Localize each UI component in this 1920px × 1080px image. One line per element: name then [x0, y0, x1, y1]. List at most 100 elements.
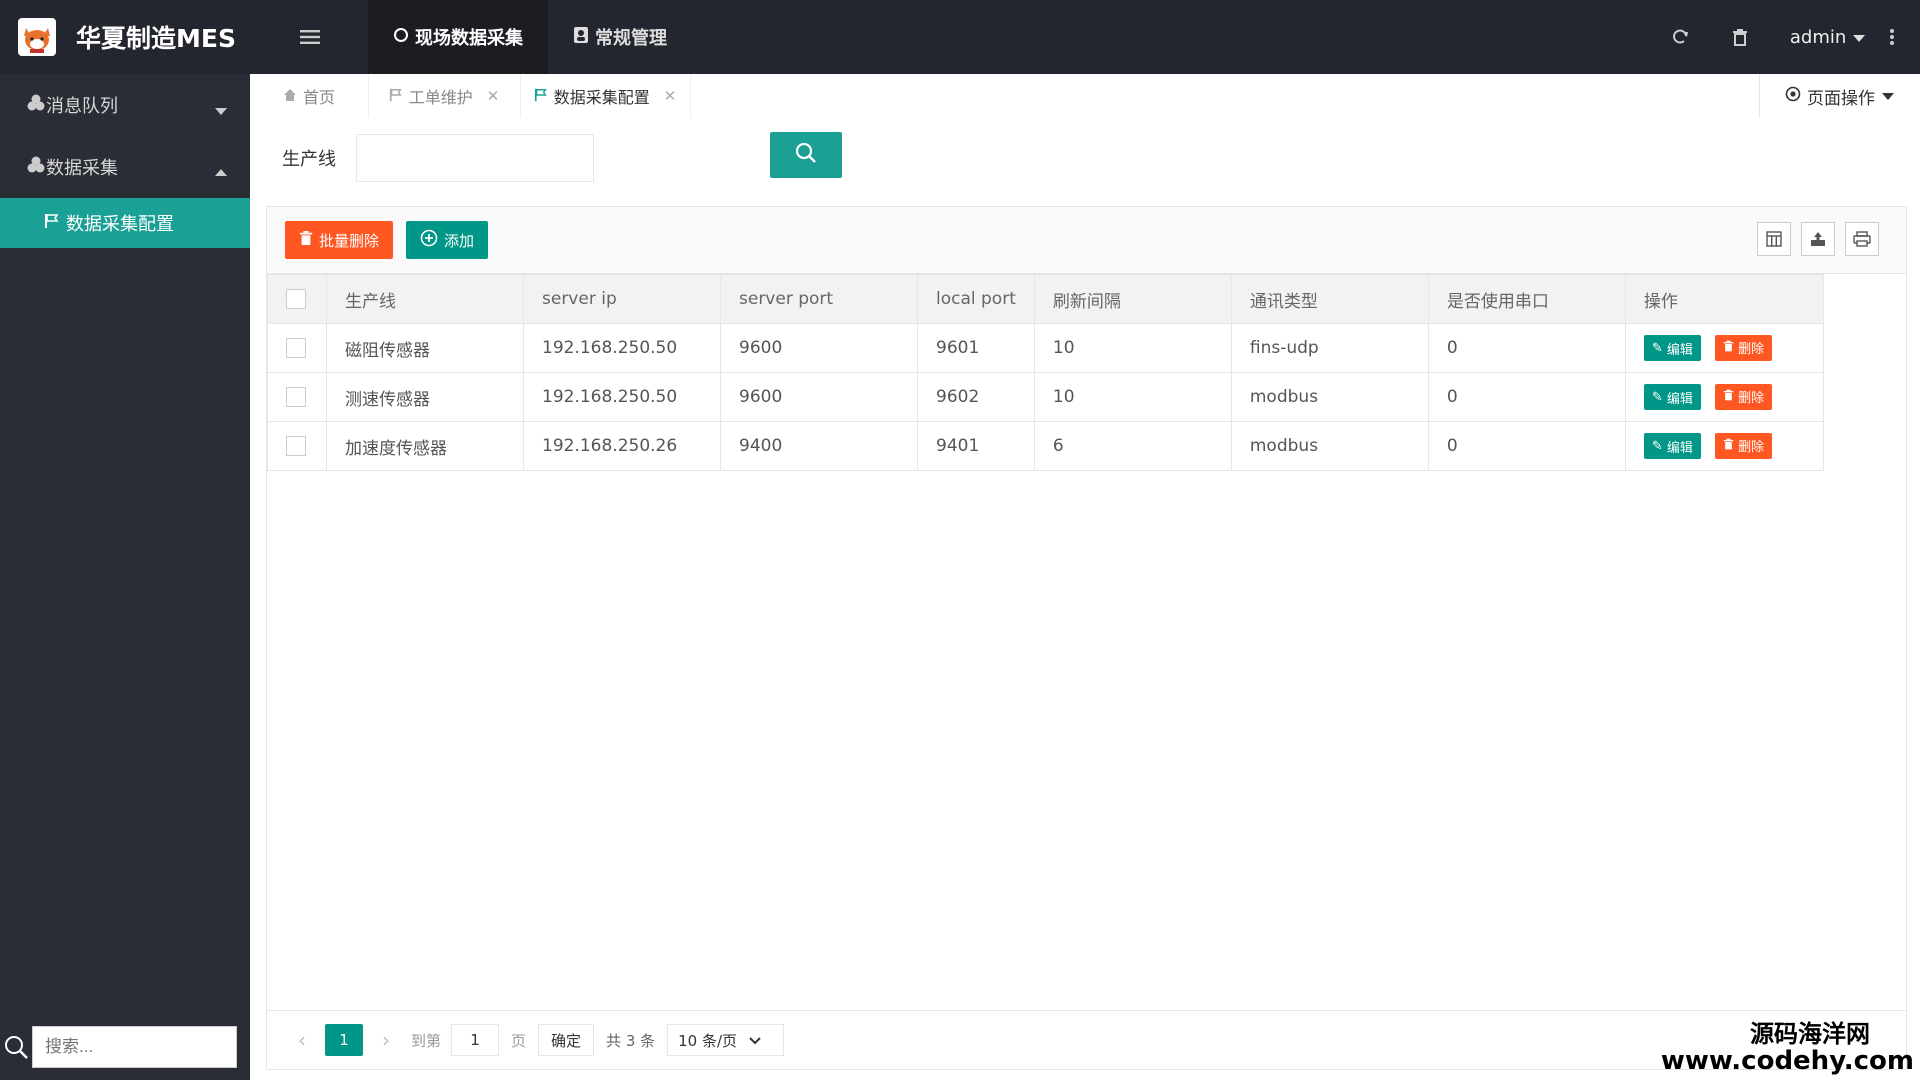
search-button[interactable]: [770, 132, 842, 178]
table-toolbar: 批量删除 添加: [267, 207, 1906, 274]
row-checkbox[interactable]: [286, 436, 306, 456]
cell-server-port: 9400: [720, 421, 918, 471]
refresh-icon[interactable]: [1660, 28, 1700, 46]
row-checkbox-cell: [267, 323, 327, 373]
goto-confirm-button[interactable]: 确定: [538, 1024, 595, 1056]
sidebar-item-label: 数据采集: [46, 158, 118, 179]
top-nav-label: 常规管理: [595, 28, 667, 49]
watermark-line1: 源码海洋网: [1750, 1020, 1870, 1049]
main-content: 生产线 批量删除 添加 生产线 server ip server port lo…: [250, 118, 1920, 1080]
export-icon[interactable]: [1801, 222, 1835, 256]
column-header[interactable]: 是否使用串口: [1427, 274, 1626, 324]
batch-delete-label: 批量删除: [319, 231, 380, 250]
close-icon[interactable]: ✕: [664, 87, 677, 105]
delete-button[interactable]: 删除: [1714, 334, 1773, 361]
delete-label: 删除: [1738, 391, 1765, 407]
page-ops-label: 页面操作: [1807, 88, 1875, 109]
top-nav-data-collection[interactable]: 现场数据采集: [368, 0, 548, 74]
logo-area[interactable]: 华夏制造MES: [0, 0, 250, 74]
column-header[interactable]: local port: [917, 274, 1035, 324]
data-table-container: 批量删除 添加 生产线 server ip server port local …: [266, 206, 1907, 1070]
menu-toggle-icon[interactable]: [290, 22, 330, 52]
select-all-checkbox[interactable]: [286, 289, 306, 309]
table-row[interactable]: 加速度传感器 192.168.250.26 9400 9401 6 modbus…: [267, 421, 1824, 471]
table-row[interactable]: 磁阻传感器 192.168.250.50 9600 9601 10 fins-u…: [267, 323, 1824, 373]
edit-label: 编辑: [1666, 440, 1693, 456]
sidebar-search: [0, 1024, 250, 1070]
edit-button[interactable]: ✎ 编辑: [1643, 384, 1701, 411]
production-line-input[interactable]: [356, 134, 594, 182]
column-header: 操作: [1624, 274, 1824, 324]
edit-button[interactable]: ✎ 编辑: [1643, 433, 1701, 460]
tab-work-order[interactable]: 工单维护 ✕: [368, 74, 521, 118]
watermark: 源码海洋网 www.codehy.com: [1661, 1021, 1914, 1076]
edit-button[interactable]: ✎ 编辑: [1643, 335, 1701, 362]
cell-production-line: 测速传感器: [326, 372, 524, 422]
top-nav-general-management[interactable]: 常规管理: [548, 0, 692, 74]
filter-label: 生产线: [282, 149, 336, 170]
delete-button[interactable]: 删除: [1714, 432, 1773, 459]
tab-data-collection-config[interactable]: 数据采集配置 ✕: [520, 74, 691, 118]
row-checkbox[interactable]: [286, 338, 306, 358]
add-label: 添加: [444, 231, 475, 250]
sidebar-item-message-queue[interactable]: 消息队列: [0, 74, 250, 136]
header-right: admin: [1650, 0, 1920, 74]
sidebar-subitem-data-collection-config[interactable]: 数据采集配置: [0, 198, 250, 248]
tab-label: 数据采集配置: [553, 88, 650, 107]
cubes-icon: [26, 94, 46, 117]
edit-label: 编辑: [1666, 342, 1693, 358]
batch-delete-button[interactable]: 批量删除: [285, 221, 394, 259]
cell-actions: ✎ 编辑 删除: [1624, 323, 1824, 373]
cell-server-ip: 192.168.250.50: [523, 372, 721, 422]
sidebar-item-data-collection[interactable]: 数据采集: [0, 136, 250, 198]
fox-logo-icon: [18, 18, 56, 56]
cell-actions: ✎ 编辑 删除: [1624, 421, 1824, 471]
row-checkbox[interactable]: [286, 387, 306, 407]
close-icon[interactable]: ✕: [487, 87, 500, 105]
user-name: admin: [1789, 26, 1847, 48]
page-size-value: 10 条/页: [678, 1031, 738, 1050]
column-header[interactable]: 刷新间隔: [1033, 274, 1232, 324]
data-table: 生产线 server ip server port local port 刷新间…: [267, 274, 1824, 471]
tab-home[interactable]: 首页: [250, 74, 369, 118]
sidebar-search-input[interactable]: [32, 1026, 237, 1068]
delete-button[interactable]: 删除: [1714, 383, 1773, 410]
search-icon: [794, 141, 818, 170]
table-row[interactable]: 测速传感器 192.168.250.50 9600 9602 10 modbus…: [267, 372, 1824, 422]
user-menu[interactable]: admin: [1790, 27, 1866, 48]
target-icon: [1785, 86, 1801, 107]
current-page-button[interactable]: 1: [325, 1024, 363, 1056]
page-operations-dropdown[interactable]: 页面操作: [1759, 74, 1920, 118]
trash-icon: [1723, 389, 1738, 405]
cell-server-ip: 192.168.250.26: [523, 421, 721, 471]
caret-down-icon: [1881, 86, 1895, 106]
page-size-select[interactable]: 10 条/页: [667, 1024, 785, 1056]
table-header-row: 生产线 server ip server port local port 刷新间…: [267, 274, 1824, 324]
prev-page-icon[interactable]: ‹: [287, 1028, 317, 1052]
caret-down-icon: [214, 100, 228, 121]
columns-filter-icon[interactable]: [1757, 222, 1791, 256]
sidebar-item-label: 消息队列: [46, 96, 118, 117]
print-icon[interactable]: [1845, 222, 1879, 256]
cell-server-port: 9600: [720, 323, 918, 373]
total-count: 共 3 条: [606, 1031, 656, 1050]
tab-label: 首页: [302, 88, 335, 107]
caret-down-icon: [1852, 27, 1866, 48]
cell-local-port: 9401: [917, 421, 1035, 471]
chevron-down-icon: [749, 1031, 761, 1049]
cell-comm-type: modbus: [1230, 421, 1429, 471]
row-checkbox-cell: [267, 372, 327, 422]
cell-comm-type: fins-udp: [1230, 323, 1429, 373]
column-header[interactable]: server ip: [523, 274, 721, 324]
column-header[interactable]: server port: [720, 274, 918, 324]
next-page-icon[interactable]: ›: [371, 1028, 401, 1052]
goto-page-input[interactable]: 1: [451, 1024, 500, 1056]
add-button[interactable]: 添加: [406, 221, 489, 259]
column-header[interactable]: 通讯类型: [1230, 274, 1429, 324]
delete-label: 删除: [1738, 342, 1765, 358]
trash-icon[interactable]: [1720, 28, 1760, 46]
more-vertical-icon[interactable]: [1880, 28, 1904, 46]
column-header[interactable]: 生产线: [326, 274, 524, 324]
trash-icon: [1723, 438, 1738, 454]
top-header: 华夏制造MES 现场数据采集 常规管理 admin: [0, 0, 1920, 74]
